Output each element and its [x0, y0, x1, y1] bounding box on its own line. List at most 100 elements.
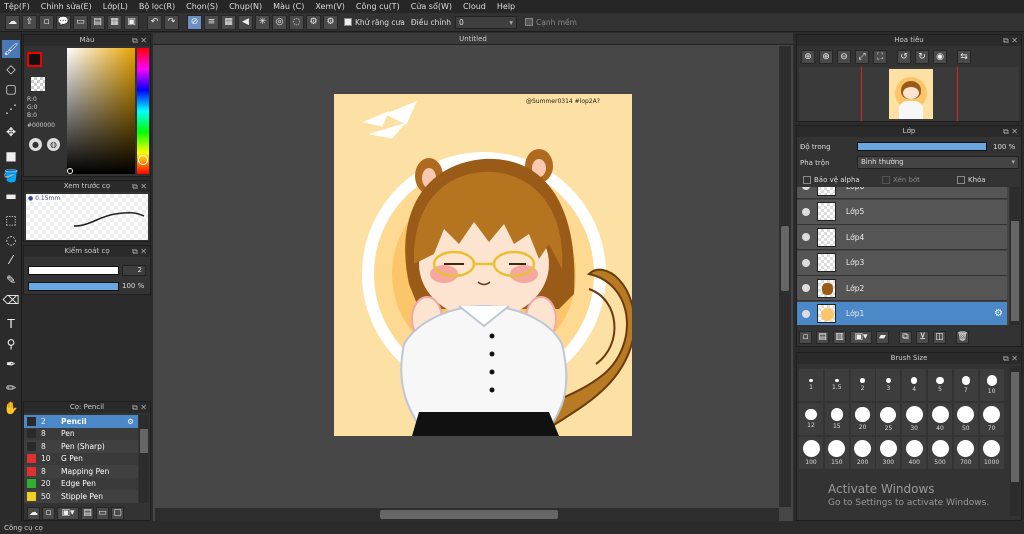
soft-edge-checkbox[interactable]: [525, 18, 533, 26]
menu-item-8[interactable]: Công cụ(T): [356, 2, 400, 11]
brush-size-preset[interactable]: 4: [902, 369, 927, 401]
chat-icon[interactable]: 💬: [56, 14, 71, 30]
rotate-right-icon[interactable]: ↻: [915, 50, 929, 64]
canvas-vertical-scrollbar[interactable]: [779, 46, 791, 507]
canvas-horizontal-scrollbar[interactable]: [155, 508, 779, 521]
palette-icon[interactable]: ●: [29, 138, 42, 151]
brush-size-preset[interactable]: 70: [979, 403, 1004, 435]
parallel-snap-icon[interactable]: ≡: [204, 14, 219, 30]
radial-snap-icon[interactable]: ✳: [255, 14, 270, 30]
saturation-value-picker[interactable]: [67, 48, 135, 174]
move-tool-icon[interactable]: ✥: [2, 123, 20, 141]
add-layer-menu-icon[interactable]: ▣▾: [850, 330, 872, 344]
undo-icon[interactable]: ↶: [147, 14, 162, 30]
brush-copy-icon[interactable]: ▭: [96, 506, 109, 520]
magic-wand-tool-icon[interactable]: ⁄: [2, 251, 20, 269]
select-pen-tool-icon[interactable]: ✎: [2, 271, 20, 289]
new-layer-1bit-icon[interactable]: ▥: [833, 330, 846, 344]
brush-size-preset[interactable]: 1000: [979, 437, 1004, 469]
brush-size-preset[interactable]: 100: [799, 437, 823, 469]
pen-tool-icon[interactable]: ✏: [2, 379, 20, 397]
panel-close-icon[interactable]: ⧉ ✕: [132, 181, 147, 192]
new-layer-8bit-icon[interactable]: ▤: [816, 330, 829, 344]
brush-size-preset[interactable]: 500: [928, 437, 952, 469]
brush-size-preset[interactable]: 25: [876, 403, 901, 435]
menu-item-7[interactable]: Xem(V): [315, 2, 345, 11]
grid-icon[interactable]: ▦: [107, 14, 122, 30]
protect-alpha-checkbox[interactable]: [803, 175, 811, 184]
brush-size-preset[interactable]: 150: [824, 437, 849, 469]
panel-close-icon[interactable]: ⧉ ✕: [1003, 353, 1018, 364]
brush-size-preset[interactable]: 1: [799, 369, 823, 401]
menu-item-0[interactable]: Tệp(F): [4, 2, 30, 11]
select-tool-icon[interactable]: ⬚: [2, 211, 20, 229]
brush-size-preset[interactable]: 400: [902, 437, 927, 469]
brush-size-preset[interactable]: 3: [876, 369, 901, 401]
dot-tool-icon[interactable]: ⋰: [2, 100, 20, 118]
layer-list-scrollbar[interactable]: [1010, 187, 1020, 325]
brush-size-preset[interactable]: 5: [928, 369, 952, 401]
cross-snap-icon[interactable]: ▦: [221, 14, 236, 30]
brush-size-preset[interactable]: 200: [850, 437, 875, 469]
brush-size-preset[interactable]: 15: [824, 403, 849, 435]
layer-row[interactable]: Lớp4: [797, 225, 1007, 250]
cloud-icon[interactable]: ☁: [5, 14, 20, 30]
clear-layer-icon[interactable]: ◫: [933, 330, 946, 344]
select-eraser-tool-icon[interactable]: ⌫: [2, 291, 20, 309]
zoom-in-alt-icon[interactable]: ⊕: [819, 50, 833, 64]
new-brush-icon[interactable]: ▫: [42, 506, 55, 520]
hand-tool-icon[interactable]: ✋: [2, 399, 20, 417]
panel-close-icon[interactable]: ⧉ ✕: [1003, 35, 1018, 46]
brush-size-preset[interactable]: 1.5: [824, 369, 849, 401]
fill-rect-tool-icon[interactable]: ■: [2, 147, 20, 165]
flip-horizontal-icon[interactable]: ⇆: [957, 50, 971, 64]
brush-size-preset[interactable]: 20: [850, 403, 875, 435]
layer-row[interactable]: Lớp3: [797, 250, 1007, 276]
menu-item-4[interactable]: Chọn(S): [186, 2, 218, 11]
brush-size-scrollbar[interactable]: [1010, 366, 1020, 516]
menu-item-11[interactable]: Help: [497, 2, 515, 11]
layer-row[interactable]: Lớp2: [797, 276, 1007, 301]
menu-item-6[interactable]: Màu (C): [273, 2, 304, 11]
brush-window-icon[interactable]: ▢: [111, 506, 124, 520]
menu-item-10[interactable]: Cloud: [463, 2, 486, 11]
export-icon[interactable]: ⇪: [22, 14, 37, 30]
navigator-preview[interactable]: [799, 67, 1019, 121]
foreground-color-swatch[interactable]: [27, 52, 42, 67]
panel-close-icon[interactable]: ⧉ ✕: [1003, 126, 1018, 137]
new-layer-icon[interactable]: ▫: [799, 330, 812, 344]
brush-list-item[interactable]: 8 Pen (Sharp): [24, 440, 138, 453]
panel-close-icon[interactable]: ⧉ ✕: [132, 402, 147, 413]
gear-icon[interactable]: ⚙: [994, 308, 1003, 319]
brush-list-item[interactable]: 8 Mapping Pen: [24, 465, 138, 478]
reset-rotation-icon[interactable]: ◉: [933, 50, 947, 64]
rectangle-select-tool-icon[interactable]: ▢: [2, 80, 20, 98]
eye-icon[interactable]: [802, 284, 810, 292]
eye-icon[interactable]: [802, 207, 810, 216]
merge-down-icon[interactable]: ⊻: [916, 330, 929, 344]
brush-list-scrollbar[interactable]: [139, 415, 149, 503]
lasso-tool-icon[interactable]: ◌: [2, 231, 20, 249]
color-wheel-icon[interactable]: ◍: [47, 138, 60, 151]
settings-snap-icon[interactable]: ⚙: [306, 14, 321, 30]
zoom-out-icon[interactable]: ⊖: [837, 50, 851, 64]
layer-row[interactable]: Lớp5: [797, 199, 1007, 225]
eye-icon[interactable]: [802, 233, 810, 241]
add-brush-icon[interactable]: ▣▾: [57, 506, 79, 520]
layer-row[interactable]: Lớp1 ⚙: [797, 301, 1007, 325]
snap-config-icon[interactable]: ⚙: [323, 14, 338, 30]
menu-item-3[interactable]: Bộ lọc(R): [139, 2, 175, 11]
brush-list-item[interactable]: 10 G Pen: [24, 452, 138, 465]
brush-list-item[interactable]: 2 Pencil ⚙: [24, 415, 138, 428]
eraser-tool-icon[interactable]: ◇: [2, 60, 20, 78]
transparent-color-swatch[interactable]: [31, 77, 45, 91]
vanishing-point-icon[interactable]: ◀: [238, 14, 253, 30]
brush-size-preset[interactable]: 7: [953, 369, 978, 401]
brush-list-item[interactable]: 8 Pen: [24, 427, 138, 440]
artwork-canvas[interactable]: @Summer0314 #lop2A?: [334, 94, 632, 436]
text-tool-icon[interactable]: T: [2, 315, 20, 333]
fit-window-icon[interactable]: ⤢: [855, 50, 869, 64]
eye-icon[interactable]: [802, 258, 810, 267]
brush-size-value[interactable]: 2: [122, 265, 146, 276]
panel-close-icon[interactable]: ⧉ ✕: [132, 35, 147, 46]
